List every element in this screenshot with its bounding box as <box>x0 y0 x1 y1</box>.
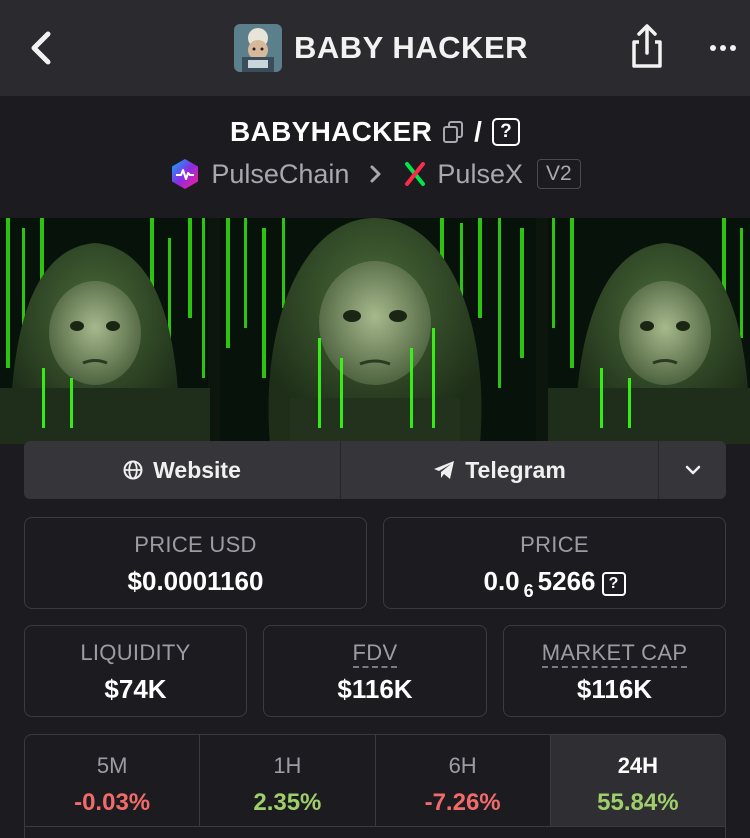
pulsex-logo-icon <box>405 162 426 186</box>
price-usd-value: $0.0001160 <box>127 566 264 596</box>
price-native-value: 0.0 6 5266? <box>384 566 725 601</box>
liquidity-label: LIQUIDITY <box>80 640 191 665</box>
copy-icon[interactable] <box>442 120 464 144</box>
chevron-left-icon[interactable] <box>22 26 62 70</box>
chevron-down-icon <box>685 465 700 475</box>
price-usd-label: PRICE USD <box>134 532 257 557</box>
price-usd-card: PRICE USD $0.0001160 <box>24 517 367 609</box>
price-native-label: PRICE <box>520 532 589 557</box>
change-5m: -0.03% <box>74 789 151 816</box>
more-dots-icon[interactable] <box>700 30 746 66</box>
globe-icon <box>123 460 143 480</box>
tab-24h[interactable]: 24H 55.84% <box>550 735 725 827</box>
chain-name[interactable]: PulseChain <box>211 159 349 190</box>
pair-header: BABYHACKER / ? PulseChain PulseX V2 <box>0 96 750 218</box>
quote-token-unknown[interactable]: ? <box>491 118 520 146</box>
liquidity-card: LIQUIDITY $74K <box>24 625 247 717</box>
market-cap-card[interactable]: MARKET CAP $116K <box>503 625 726 717</box>
token-logo-icon <box>234 24 282 72</box>
market-cap-label[interactable]: MARKET CAP <box>541 640 688 668</box>
tab-1h[interactable]: 1H 2.35% <box>200 735 376 827</box>
token-symbol[interactable]: BABYHACKER <box>230 116 432 148</box>
change-24h: 55.84% <box>597 789 679 816</box>
fdv-card[interactable]: FDV $116K <box>263 625 487 717</box>
market-cap-value: $116K <box>576 674 653 704</box>
more-links-dropdown[interactable] <box>659 441 726 499</box>
website-button[interactable]: Website <box>24 441 341 499</box>
liquidity-value: $74K <box>104 674 167 704</box>
top-nav-bar: BABY HACKER <box>0 0 750 96</box>
chevron-right-icon <box>370 165 381 183</box>
change-1h: 2.35% <box>253 789 322 816</box>
dex-version-badge: V2 <box>536 159 581 189</box>
pair-slash: / <box>474 116 482 147</box>
nav-title: BABY HACKER <box>294 30 529 65</box>
telegram-icon <box>434 461 455 479</box>
dex-name[interactable]: PulseX <box>437 159 523 190</box>
pulsechain-logo-icon <box>172 159 199 189</box>
change-6h: -7.26% <box>424 789 501 816</box>
tab-6h[interactable]: 6H -7.26% <box>375 735 551 827</box>
timeframe-tabs: 5M -0.03% 1H 2.35% 6H -7.26% 24H 55.84% <box>24 734 726 838</box>
fdv-value: $116K <box>337 674 413 704</box>
tab-5m[interactable]: 5M -0.03% <box>25 735 201 827</box>
token-banner-image <box>0 218 750 444</box>
telegram-label: Telegram <box>465 456 566 483</box>
share-icon[interactable] <box>626 22 668 72</box>
fdv-label[interactable]: FDV <box>352 640 398 668</box>
website-label: Website <box>153 456 241 483</box>
links-bar: Website Telegram <box>24 441 726 499</box>
price-native-card: PRICE 0.0 6 5266? <box>383 517 726 609</box>
quote-token-unknown-small[interactable]: ? <box>601 572 626 596</box>
nav-title-group: BABY HACKER <box>234 24 528 72</box>
telegram-button[interactable]: Telegram <box>341 441 659 499</box>
